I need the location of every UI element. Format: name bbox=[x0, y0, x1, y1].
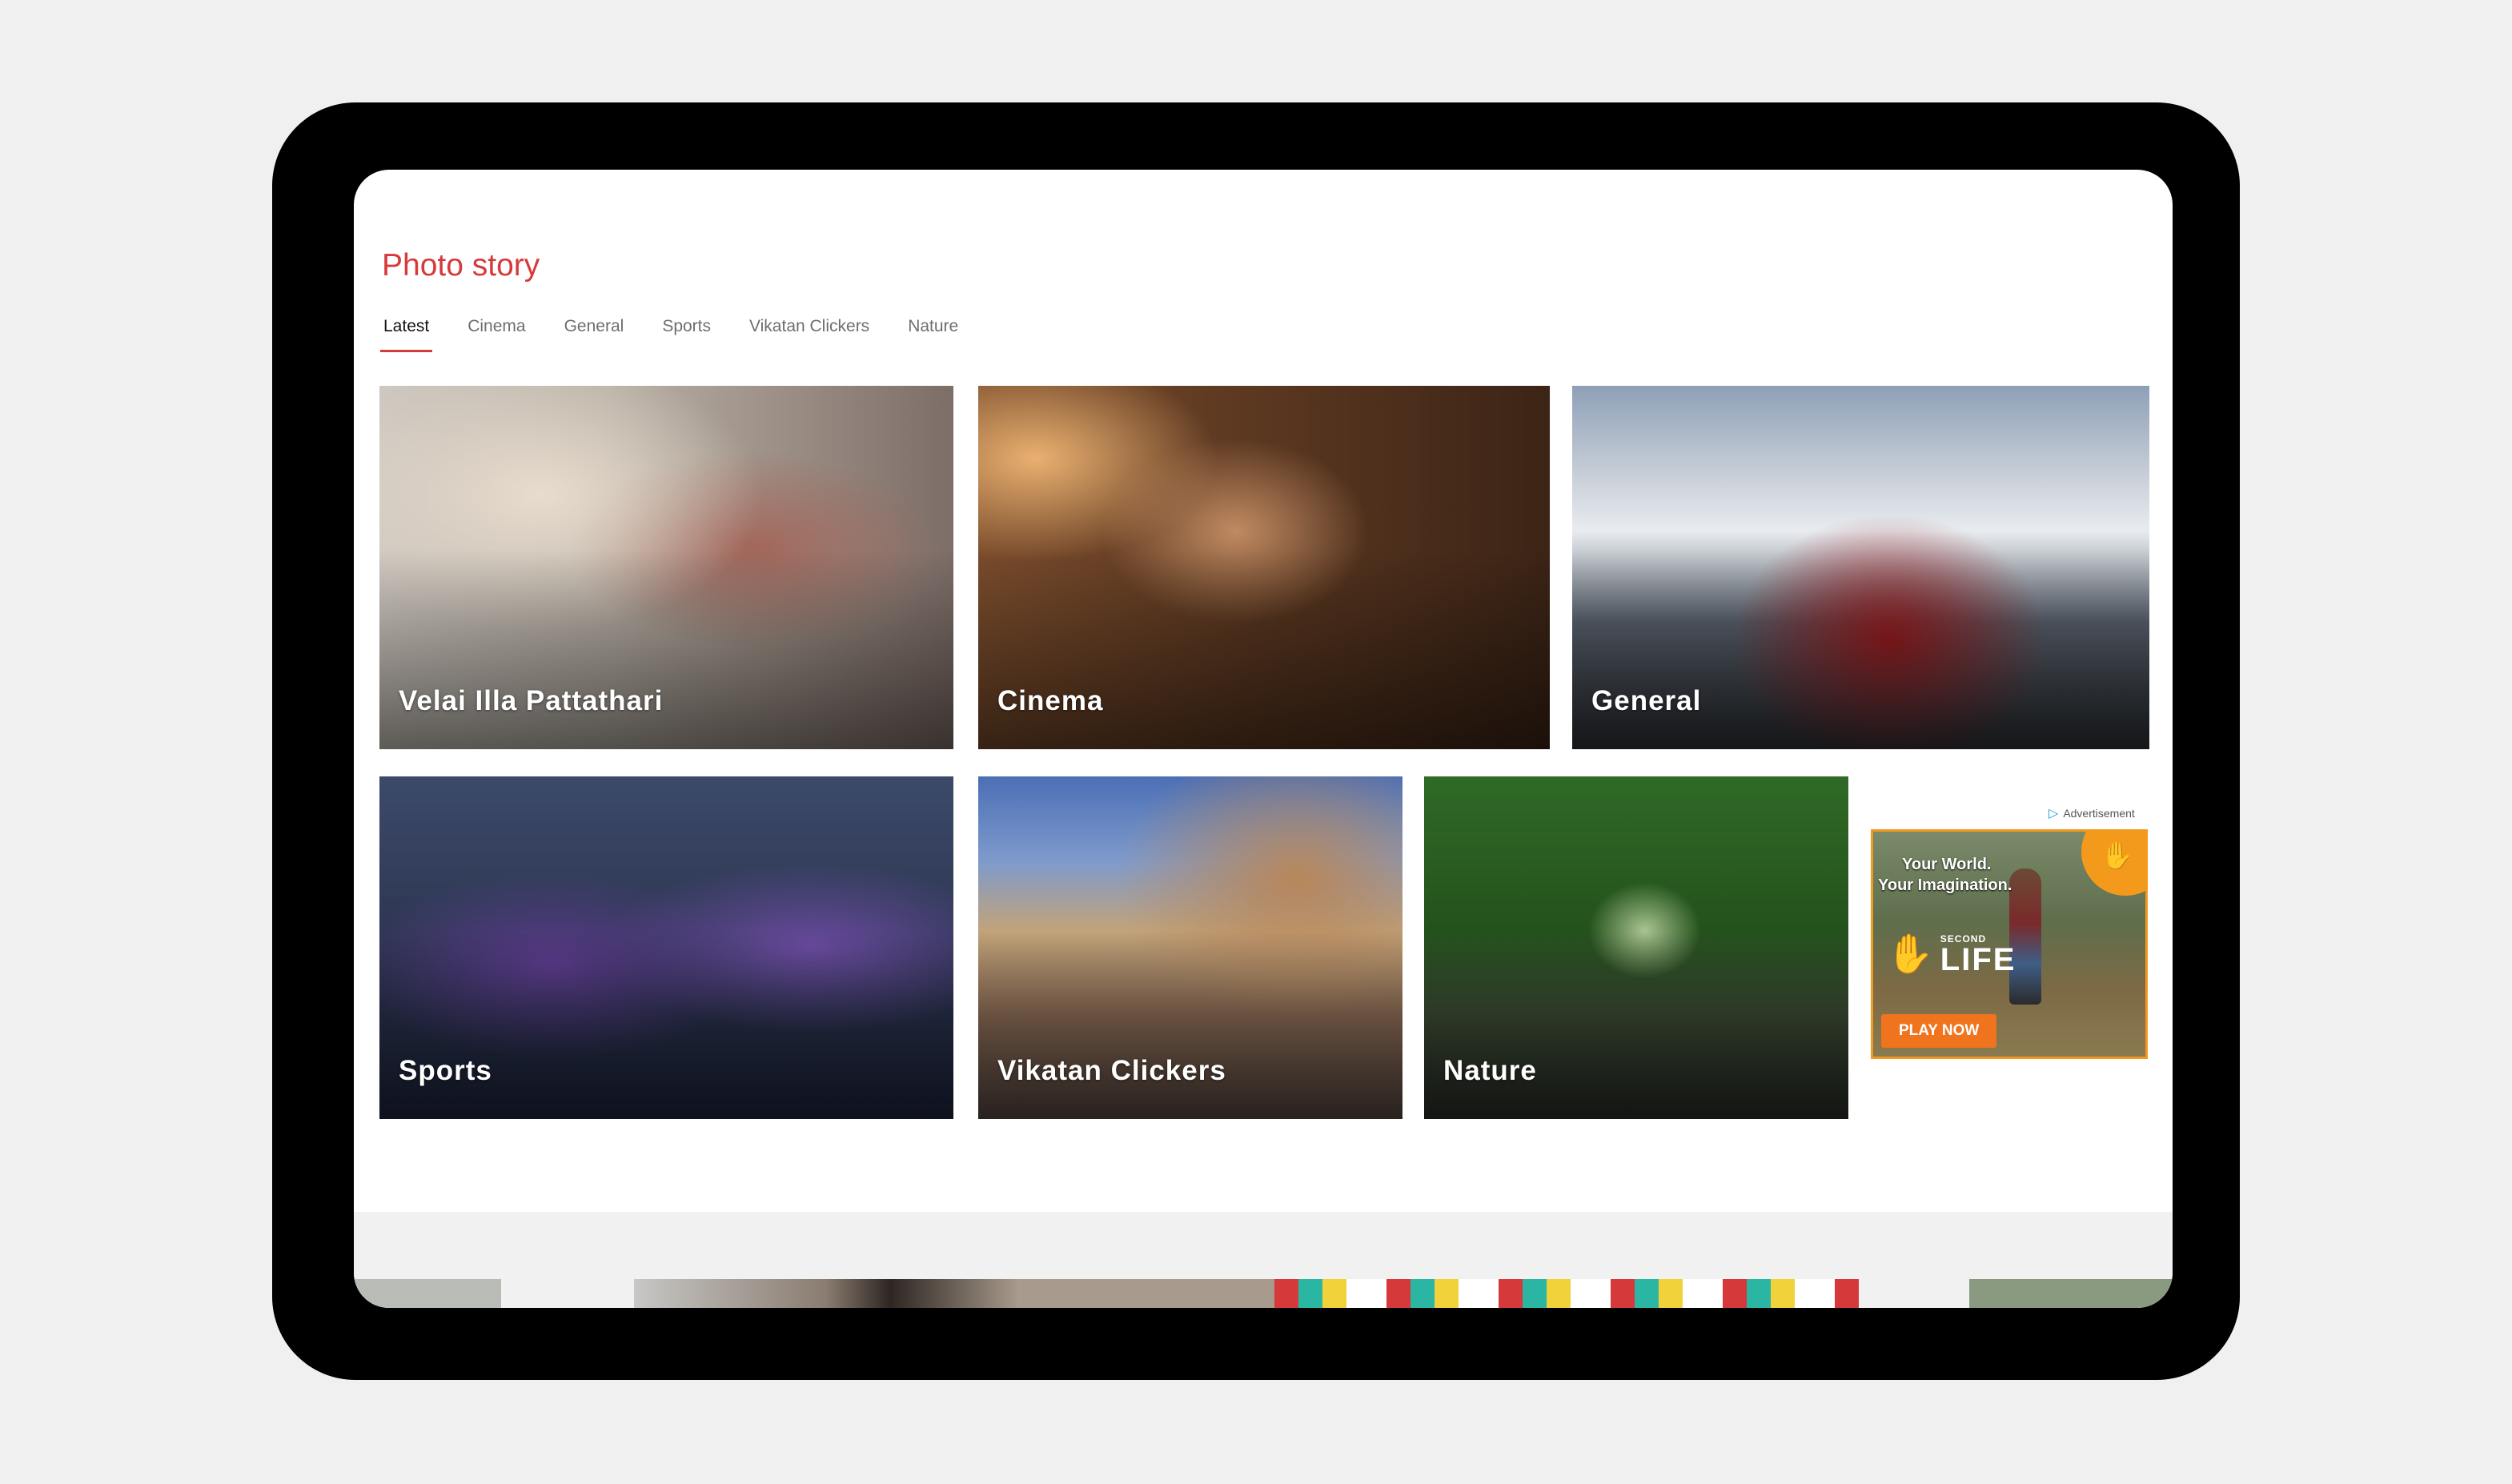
next-thumbnail[interactable] bbox=[1969, 1279, 2173, 1308]
card-gradient bbox=[379, 549, 953, 749]
card-label: Nature bbox=[1443, 1055, 1537, 1086]
hand-logo-icon: ✋ bbox=[1886, 933, 1934, 976]
next-thumbnail[interactable] bbox=[354, 1279, 501, 1308]
ad-logo: ✋ SECOND LIFE bbox=[1886, 931, 2016, 977]
photo-card-nature[interactable]: Nature bbox=[1424, 776, 1848, 1119]
photo-card-vikatan-clickers[interactable]: Vikatan Clickers bbox=[978, 776, 1402, 1119]
hand-icon: ✋ bbox=[2100, 840, 2134, 871]
page-title: Photo story bbox=[382, 248, 540, 283]
adchoices-icon: ▷ bbox=[2049, 807, 2059, 820]
screen: Photo story Latest Cinema General Sports… bbox=[354, 170, 2173, 1308]
ad-tag[interactable]: ▷ Advertisement bbox=[2049, 805, 2135, 821]
photo-card-cinema[interactable]: Cinema bbox=[978, 386, 1550, 749]
photo-card-general[interactable]: General bbox=[1572, 386, 2149, 749]
card-gradient bbox=[1424, 930, 1848, 1119]
ad-logo-big: LIFE bbox=[1940, 941, 2016, 977]
card-gradient bbox=[1572, 549, 2149, 749]
tab-latest[interactable]: Latest bbox=[380, 317, 433, 352]
advertisement-banner[interactable]: ✋ Your World. Your Imagination. ✋ SECOND… bbox=[1871, 829, 2148, 1059]
next-thumbnail[interactable] bbox=[1274, 1279, 1859, 1308]
ad-line2: Your Imagination. bbox=[1878, 876, 2012, 894]
card-label: Sports bbox=[399, 1055, 492, 1086]
card-label: General bbox=[1591, 685, 1702, 716]
tab-vikatan-clickers[interactable]: Vikatan Clickers bbox=[746, 317, 873, 352]
ad-tag-label: Advertisement bbox=[2063, 807, 2135, 820]
photo-card-velai-illa-pattathari[interactable]: Velai Illa Pattathari bbox=[379, 386, 953, 749]
card-label: Vikatan Clickers bbox=[997, 1055, 1226, 1086]
card-label: Cinema bbox=[997, 685, 1104, 716]
tablet-frame: Photo story Latest Cinema General Sports… bbox=[272, 102, 2240, 1380]
next-thumbnail[interactable] bbox=[634, 1279, 1274, 1308]
tab-general[interactable]: General bbox=[561, 317, 628, 352]
card-gradient bbox=[978, 930, 1402, 1119]
play-now-button[interactable]: PLAY NOW bbox=[1881, 1014, 1997, 1048]
tab-nature[interactable]: Nature bbox=[905, 317, 961, 352]
card-label: Velai Illa Pattathari bbox=[399, 685, 664, 716]
card-gradient bbox=[978, 549, 1550, 749]
tab-sports[interactable]: Sports bbox=[659, 317, 714, 352]
card-gradient bbox=[379, 930, 953, 1119]
category-tabs: Latest Cinema General Sports Vikatan Cli… bbox=[380, 317, 993, 352]
ad-line1: Your World. bbox=[1902, 856, 1992, 873]
tab-cinema[interactable]: Cinema bbox=[464, 317, 528, 352]
photo-card-sports[interactable]: Sports bbox=[379, 776, 953, 1119]
